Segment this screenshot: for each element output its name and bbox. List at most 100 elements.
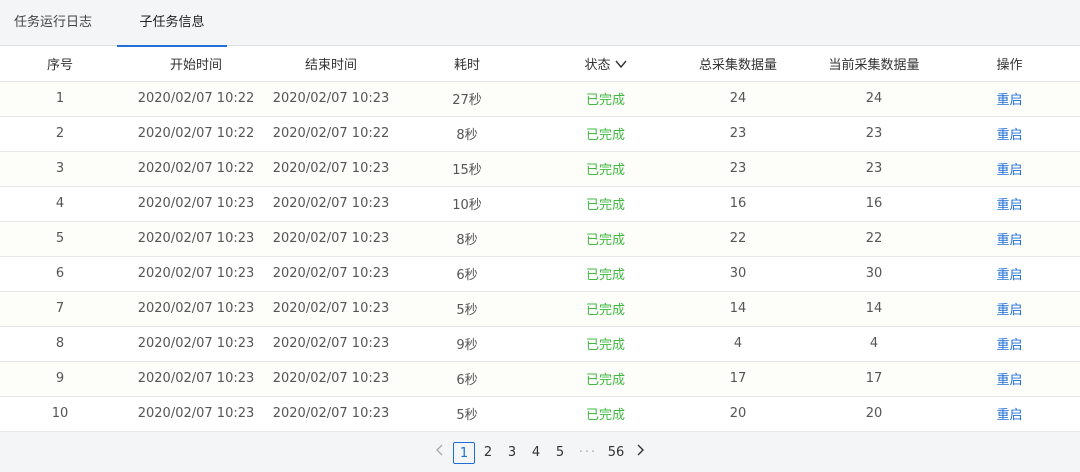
cell-end-time: 2020/02/07 10:23 xyxy=(272,361,390,397)
restart-link[interactable]: 重启 xyxy=(939,116,1080,152)
cell-current-collected: 14 xyxy=(809,291,939,327)
cell-total-collected: 22 xyxy=(667,221,809,257)
table-row: 5 2020/02/07 10:23 2020/02/07 10:23 8秒 已… xyxy=(0,221,1080,257)
restart-link[interactable]: 重启 xyxy=(939,396,1080,432)
cell-duration: 10秒 xyxy=(390,186,544,222)
page-button-1[interactable]: 1 xyxy=(453,441,475,464)
cell-start-time: 2020/02/07 10:22 xyxy=(120,81,272,117)
chevron-down-icon[interactable] xyxy=(614,58,627,73)
table-row: 2 2020/02/07 10:22 2020/02/07 10:22 8秒 已… xyxy=(0,116,1080,152)
restart-link[interactable]: 重启 xyxy=(939,81,1080,117)
status-badge: 已完成 xyxy=(544,256,667,292)
col-header-status[interactable]: 状态 xyxy=(544,46,667,82)
status-badge: 已完成 xyxy=(544,396,667,432)
restart-link[interactable]: 重启 xyxy=(939,256,1080,292)
status-badge: 已完成 xyxy=(544,116,667,152)
cell-end-time: 2020/02/07 10:23 xyxy=(272,291,390,327)
cell-start-time: 2020/02/07 10:23 xyxy=(120,291,272,327)
cell-index: 10 xyxy=(0,396,120,432)
page-button-4[interactable]: 4 xyxy=(524,442,548,464)
cell-current-collected: 30 xyxy=(809,256,939,292)
restart-link[interactable]: 重启 xyxy=(939,326,1080,362)
cell-start-time: 2020/02/07 10:23 xyxy=(120,256,272,292)
page-button-2[interactable]: 2 xyxy=(476,442,500,464)
status-badge: 已完成 xyxy=(544,151,667,187)
restart-link[interactable]: 重启 xyxy=(939,186,1080,222)
cell-duration: 8秒 xyxy=(390,116,544,152)
cell-total-collected: 16 xyxy=(667,186,809,222)
page-button-3[interactable]: 3 xyxy=(500,442,524,464)
cell-index: 6 xyxy=(0,256,120,292)
cell-end-time: 2020/02/07 10:23 xyxy=(272,186,390,222)
col-header-actions: 操作 xyxy=(939,46,1080,82)
cell-index: 2 xyxy=(0,116,120,152)
cell-total-collected: 17 xyxy=(667,361,809,397)
cell-total-collected: 23 xyxy=(667,116,809,152)
table-row: 6 2020/02/07 10:23 2020/02/07 10:23 6秒 已… xyxy=(0,256,1080,292)
table-row: 7 2020/02/07 10:23 2020/02/07 10:23 5秒 已… xyxy=(0,291,1080,327)
page-ellipsis[interactable]: ··· xyxy=(572,442,604,464)
status-badge: 已完成 xyxy=(544,361,667,397)
restart-link[interactable]: 重启 xyxy=(939,361,1080,397)
cell-end-time: 2020/02/07 10:23 xyxy=(272,221,390,257)
col-header-current-collected: 当前采集数据量 xyxy=(809,46,939,82)
tab-bar: 任务运行日志 子任务信息 xyxy=(0,0,1080,47)
pagination: 1 2 3 4 5 ··· 56 xyxy=(0,432,1080,472)
subtask-table: 序号 开始时间 结束时间 耗时 状态 总采集数据量 当前采集数据量 操作 1 2… xyxy=(0,46,1080,432)
cell-duration: 6秒 xyxy=(390,256,544,292)
cell-end-time: 2020/02/07 10:23 xyxy=(272,151,390,187)
status-badge: 已完成 xyxy=(544,186,667,222)
cell-total-collected: 23 xyxy=(667,151,809,187)
cell-current-collected: 24 xyxy=(809,81,939,117)
table-row: 3 2020/02/07 10:22 2020/02/07 10:23 15秒 … xyxy=(0,151,1080,187)
cell-index: 1 xyxy=(0,81,120,117)
cell-start-time: 2020/02/07 10:22 xyxy=(120,151,272,187)
page-button-last[interactable]: 56 xyxy=(604,442,628,464)
cell-current-collected: 23 xyxy=(809,116,939,152)
tab-task-run-log[interactable]: 任务运行日志 xyxy=(0,0,117,46)
status-badge: 已完成 xyxy=(544,81,667,117)
status-badge: 已完成 xyxy=(544,326,667,362)
cell-duration: 8秒 xyxy=(390,221,544,257)
cell-current-collected: 17 xyxy=(809,361,939,397)
chevron-left-icon[interactable] xyxy=(428,442,452,464)
table-row: 10 2020/02/07 10:23 2020/02/07 10:23 5秒 … xyxy=(0,396,1080,432)
cell-current-collected: 20 xyxy=(809,396,939,432)
cell-duration: 6秒 xyxy=(390,361,544,397)
cell-start-time: 2020/02/07 10:23 xyxy=(120,221,272,257)
cell-start-time: 2020/02/07 10:22 xyxy=(120,116,272,152)
cell-index: 7 xyxy=(0,291,120,327)
cell-start-time: 2020/02/07 10:23 xyxy=(120,361,272,397)
table-row: 4 2020/02/07 10:23 2020/02/07 10:23 10秒 … xyxy=(0,186,1080,222)
chevron-right-icon[interactable] xyxy=(628,442,652,464)
restart-link[interactable]: 重启 xyxy=(939,291,1080,327)
cell-start-time: 2020/02/07 10:23 xyxy=(120,326,272,362)
cell-duration: 5秒 xyxy=(390,396,544,432)
restart-link[interactable]: 重启 xyxy=(939,221,1080,257)
cell-index: 4 xyxy=(0,186,120,222)
cell-index: 3 xyxy=(0,151,120,187)
cell-start-time: 2020/02/07 10:23 xyxy=(120,186,272,222)
col-header-total-collected: 总采集数据量 xyxy=(667,46,809,82)
cell-index: 8 xyxy=(0,326,120,362)
table-header-row: 序号 开始时间 结束时间 耗时 状态 总采集数据量 当前采集数据量 操作 xyxy=(0,46,1080,82)
cell-current-collected: 16 xyxy=(809,186,939,222)
cell-total-collected: 30 xyxy=(667,256,809,292)
cell-start-time: 2020/02/07 10:23 xyxy=(120,396,272,432)
col-header-index: 序号 xyxy=(0,46,120,82)
cell-current-collected: 22 xyxy=(809,221,939,257)
tab-subtask-info[interactable]: 子任务信息 xyxy=(117,0,227,47)
status-badge: 已完成 xyxy=(544,221,667,257)
cell-current-collected: 23 xyxy=(809,151,939,187)
cell-total-collected: 4 xyxy=(667,326,809,362)
table-row: 9 2020/02/07 10:23 2020/02/07 10:23 6秒 已… xyxy=(0,361,1080,397)
cell-duration: 15秒 xyxy=(390,151,544,187)
page-button-5[interactable]: 5 xyxy=(548,442,572,464)
cell-total-collected: 20 xyxy=(667,396,809,432)
restart-link[interactable]: 重启 xyxy=(939,151,1080,187)
cell-end-time: 2020/02/07 10:23 xyxy=(272,396,390,432)
cell-duration: 5秒 xyxy=(390,291,544,327)
col-header-duration: 耗时 xyxy=(390,46,544,82)
cell-index: 9 xyxy=(0,361,120,397)
cell-current-collected: 4 xyxy=(809,326,939,362)
